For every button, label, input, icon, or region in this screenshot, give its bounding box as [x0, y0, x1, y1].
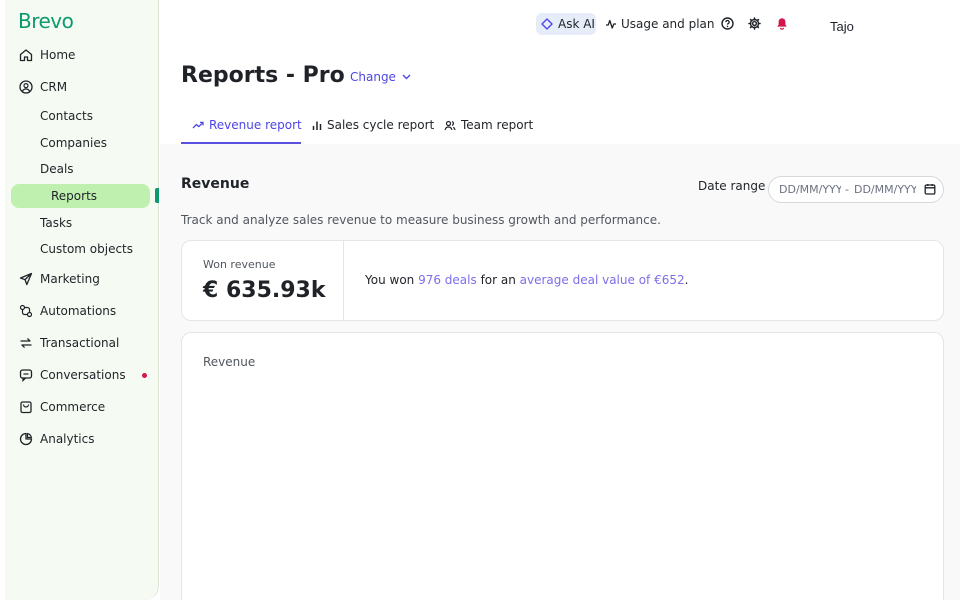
- active-nav-indicator: [155, 188, 159, 203]
- summary-prefix: You won: [365, 273, 419, 287]
- activity-icon: [605, 18, 617, 30]
- page-title: Reports - Pro: [181, 63, 345, 88]
- date-range-input[interactable]: DD/MM/YYYY - DD/MM/YYYY: [768, 176, 944, 203]
- user-name[interactable]: Tajo: [830, 19, 854, 34]
- revenue-chart-card: Revenue: [181, 332, 944, 600]
- send-icon: [18, 271, 34, 287]
- sidebar-item-analytics[interactable]: Analytics: [5, 426, 155, 452]
- tab-sales-cycle-report[interactable]: Sales cycle report: [312, 114, 434, 136]
- summary-middle: for an: [476, 273, 520, 287]
- automation-icon: [18, 303, 34, 319]
- calendar-icon[interactable]: [924, 183, 936, 195]
- team-icon: [444, 120, 456, 131]
- sidebar-subitem-companies[interactable]: Companies: [40, 132, 107, 154]
- revenue-subtitle: Track and analyze sales revenue to measu…: [181, 213, 661, 227]
- sidebar-subitem-tasks[interactable]: Tasks: [40, 212, 72, 234]
- sidebar-item-transactional[interactable]: Transactional: [5, 330, 155, 356]
- won-summary: You won 976 deals for an average deal va…: [365, 273, 688, 287]
- sidebar-item-label: Commerce: [40, 400, 106, 414]
- sidebar-item-commerce[interactable]: Commerce: [5, 394, 155, 420]
- trend-up-icon: [192, 120, 204, 130]
- won-revenue-label: Won revenue: [203, 258, 276, 271]
- won-revenue-value: € 635.93k: [203, 278, 326, 303]
- sidebar-item-automations[interactable]: Automations: [5, 298, 155, 324]
- arrows-icon: [18, 335, 34, 351]
- date-start-field[interactable]: DD/MM/YYYY: [779, 183, 841, 196]
- sidebar-item-conversations[interactable]: Conversations: [5, 362, 155, 388]
- tab-label: Team report: [461, 118, 534, 132]
- bell-icon[interactable]: [775, 16, 789, 30]
- help-icon[interactable]: [720, 16, 734, 30]
- tab-team-report[interactable]: Team report: [444, 114, 533, 136]
- sidebar-subitem-custom-objects[interactable]: Custom objects: [40, 238, 133, 260]
- change-label: Change: [350, 70, 396, 84]
- sidebar-item-crm[interactable]: CRM: [5, 74, 155, 100]
- user-circle-icon: [18, 79, 34, 95]
- sidebar-item-label: Analytics: [40, 432, 95, 446]
- date-separator: -: [845, 183, 849, 196]
- sidebar-item-label: Transactional: [40, 336, 120, 350]
- deals-link[interactable]: 976 deals: [418, 273, 477, 287]
- sidebar-item-marketing[interactable]: Marketing: [5, 266, 155, 292]
- chevron-down-icon: [402, 74, 411, 80]
- date-end-field[interactable]: DD/MM/YYYY: [854, 183, 916, 196]
- sidebar-subitem-deals[interactable]: Deals: [40, 158, 74, 180]
- home-icon: [18, 47, 34, 63]
- change-plan-dropdown[interactable]: Change: [350, 70, 411, 84]
- sidebar-item-label: Automations: [40, 304, 117, 318]
- pie-chart-icon: [18, 431, 34, 447]
- card-divider: [343, 241, 344, 320]
- notification-dot: [142, 373, 147, 378]
- ask-ai-label: Ask AI: [558, 17, 595, 31]
- sidebar-item-label: CRM: [40, 80, 68, 94]
- won-revenue-card: Won revenue € 635.93k You won 976 deals …: [181, 240, 944, 321]
- usage-label: Usage and plan: [621, 17, 715, 31]
- sidebar: Brevo Home CRM Contacts Companies Deals …: [5, 0, 159, 600]
- average-deal-value-link[interactable]: average deal value of €652: [520, 273, 685, 287]
- summary-suffix: .: [684, 273, 689, 287]
- tab-label: Revenue report: [209, 118, 302, 132]
- ask-ai-button[interactable]: Ask AI: [536, 13, 596, 35]
- bar-chart-icon: [312, 120, 322, 131]
- sidebar-subitem-contacts[interactable]: Contacts: [40, 105, 93, 127]
- gear-icon[interactable]: [747, 16, 761, 30]
- sidebar-item-home[interactable]: Home: [5, 42, 155, 68]
- sidebar-item-label: Marketing: [40, 272, 100, 286]
- brevo-logo[interactable]: Brevo: [18, 9, 74, 33]
- sparkle-icon: [541, 18, 553, 30]
- revenue-chart-title: Revenue: [203, 355, 256, 369]
- usage-and-plan-button[interactable]: Usage and plan: [605, 13, 715, 35]
- chat-icon: [18, 367, 34, 383]
- sidebar-item-label: Conversations: [40, 368, 126, 382]
- date-range-label: Date range: [698, 179, 766, 193]
- sidebar-subitem-reports[interactable]: Reports: [11, 184, 150, 208]
- tab-revenue-report[interactable]: Revenue report: [192, 114, 302, 136]
- revenue-section-title: Revenue: [181, 176, 250, 192]
- bag-icon: [18, 399, 34, 415]
- sidebar-item-label: Home: [40, 48, 76, 62]
- tab-label: Sales cycle report: [327, 118, 435, 132]
